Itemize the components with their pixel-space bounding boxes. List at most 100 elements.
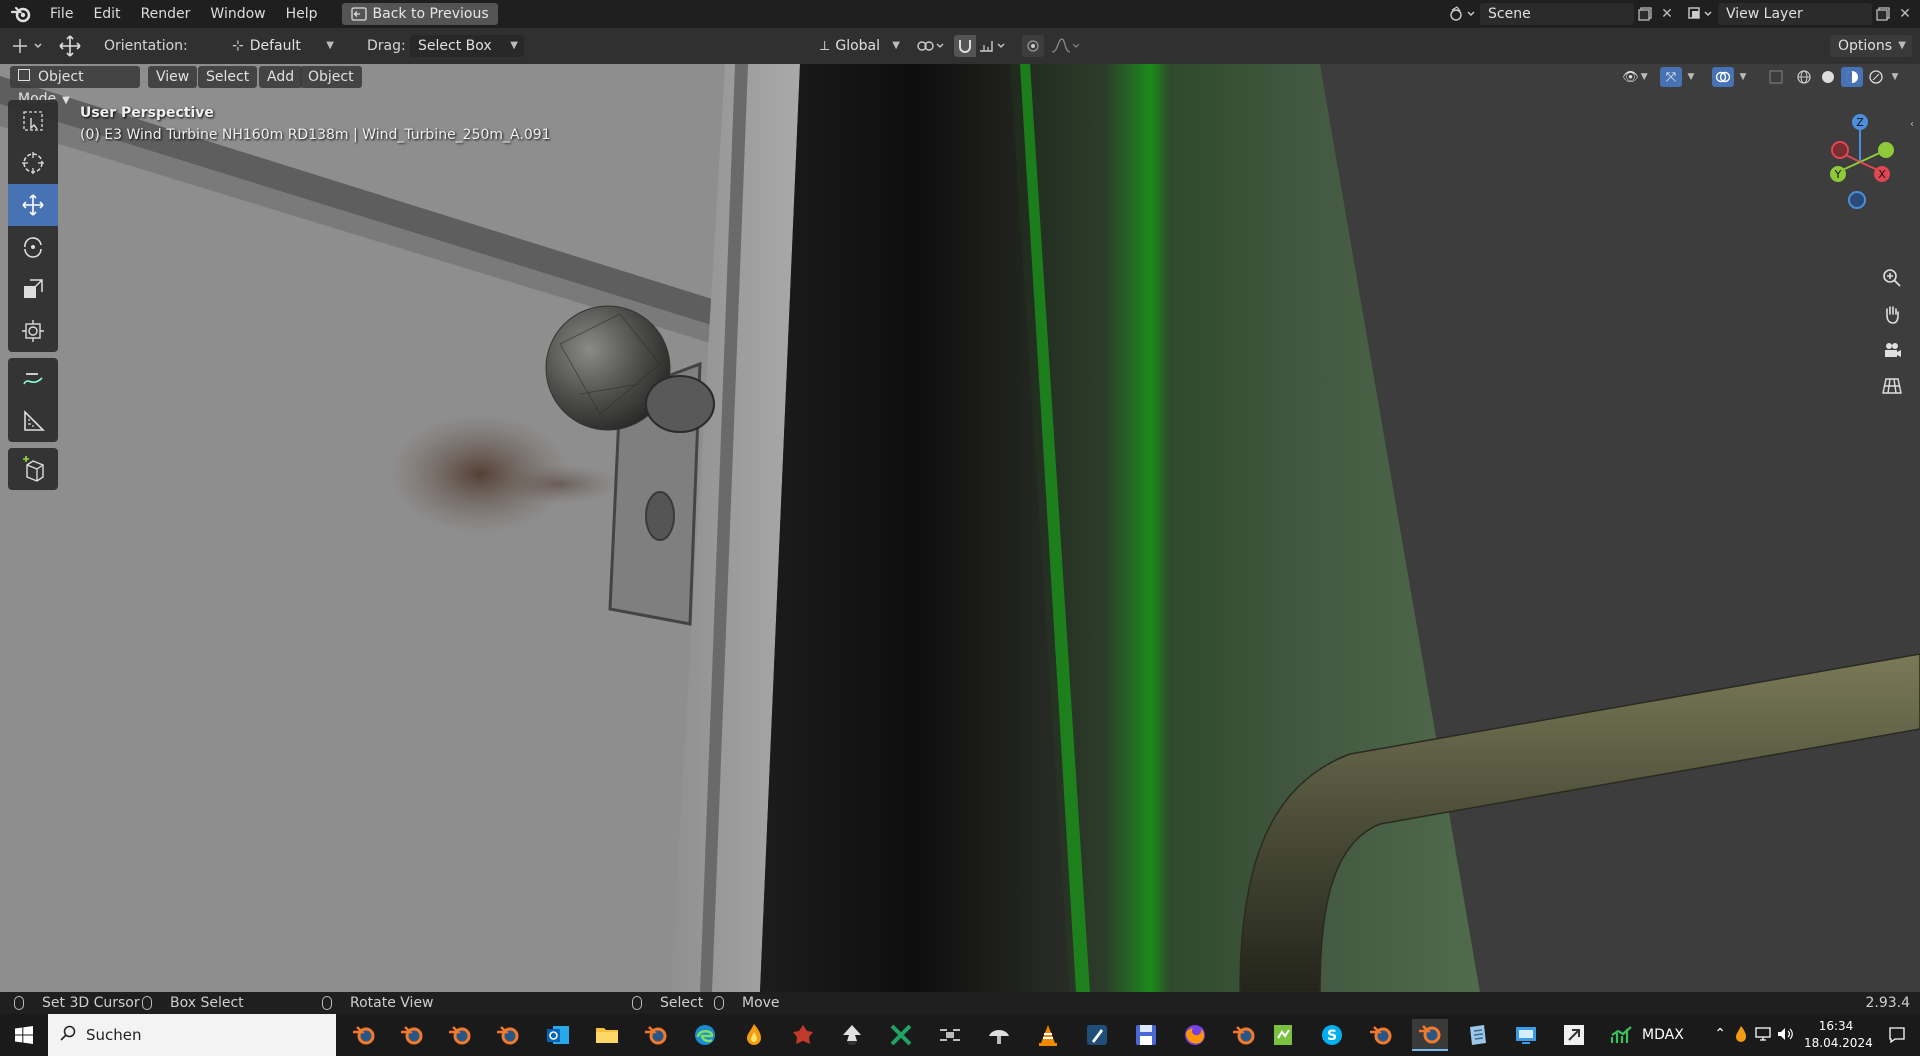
blender-taskbar-icon[interactable] [396, 1019, 428, 1051]
add-cube-tool-icon[interactable] [8, 448, 58, 490]
options-dropdown[interactable]: Options ▼ [1830, 35, 1912, 57]
outlook-icon[interactable] [542, 1019, 574, 1051]
falloff-curve-icon[interactable] [1050, 35, 1082, 57]
view-menu[interactable]: View [148, 66, 198, 88]
status-select-label: Select [660, 995, 704, 1011]
blender-taskbar-icon[interactable] [1228, 1019, 1260, 1051]
new-view-layer-icon[interactable] [1872, 3, 1894, 25]
spreadsheet-app-icon[interactable] [1267, 1019, 1299, 1051]
back-screen-icon [350, 7, 367, 21]
solid-shading-icon[interactable] [1817, 67, 1839, 87]
menu-help[interactable]: Help [276, 0, 328, 28]
measure-tool-icon[interactable] [8, 400, 58, 442]
transform-pivot-icon[interactable] [914, 35, 948, 57]
blender-taskbar-icon[interactable] [444, 1019, 476, 1051]
network-icon[interactable] [1754, 1026, 1772, 1045]
meshroom-icon[interactable] [983, 1019, 1015, 1051]
delete-view-layer-icon[interactable]: ✕ [1894, 3, 1916, 25]
pen-app-icon[interactable] [1081, 1019, 1113, 1051]
stock-widget[interactable]: MDAX [1610, 1014, 1684, 1056]
volume-icon[interactable] [1776, 1026, 1794, 1045]
taskbar-search[interactable]: Suchen [48, 1014, 336, 1056]
wireframe-shading-icon[interactable] [1793, 67, 1815, 87]
edge-browser-icon[interactable] [689, 1019, 721, 1051]
drone-app-icon[interactable] [934, 1019, 966, 1051]
proportional-editing-icon[interactable] [1022, 35, 1044, 57]
chevron-down-icon[interactable]: ▼ [1684, 67, 1698, 87]
view-layer-name-field[interactable]: View Layer [1718, 3, 1872, 25]
rendered-shading-icon[interactable] [1865, 67, 1887, 87]
visibility-icon[interactable]: 👁 ▼ [1618, 67, 1652, 87]
zoom-icon[interactable] [1876, 262, 1908, 294]
inkscape-icon[interactable] [836, 1019, 868, 1051]
move-tool-button-icon[interactable] [8, 184, 58, 226]
firefox-icon[interactable] [1179, 1019, 1211, 1051]
chevron-down-icon[interactable]: ▼ [1736, 67, 1750, 87]
camera-view-icon[interactable] [1876, 334, 1908, 366]
rotate-tool-icon[interactable] [8, 226, 58, 268]
material-preview-shading-icon[interactable] [1841, 67, 1863, 87]
navigation-gizmo[interactable]: Z X Y [1810, 106, 1914, 216]
notepad-app-icon[interactable] [1462, 1019, 1494, 1051]
delete-scene-icon[interactable]: ✕ [1656, 3, 1678, 25]
arrow-app-icon[interactable] [1558, 1019, 1590, 1051]
view-layer-selector: View Layer ✕ [1684, 3, 1916, 25]
red-bug-app-icon[interactable] [787, 1019, 819, 1051]
viewport-render [0, 64, 1920, 992]
flame-app-icon[interactable] [738, 1019, 770, 1051]
status-set-cursor: Set 3D Cursor [14, 992, 140, 1014]
chevron-up-icon[interactable]: ⌃ [1714, 1026, 1726, 1042]
menu-window[interactable]: Window [200, 0, 275, 28]
transform-tool-icon[interactable] [8, 310, 58, 352]
blender-taskbar-icon[interactable] [348, 1019, 380, 1051]
status-select: Select [632, 992, 703, 1014]
chevron-down-icon[interactable]: ▼ [1888, 67, 1902, 87]
file-explorer-icon[interactable] [591, 1019, 623, 1051]
menu-file[interactable]: File [40, 0, 83, 28]
orientation-dropdown[interactable]: ⊹ Default ▼ [224, 35, 340, 57]
save-disk-app-icon[interactable] [1130, 1019, 1162, 1051]
menu-edit[interactable]: Edit [83, 0, 130, 28]
blender-logo-icon[interactable] [10, 3, 32, 25]
pan-hand-icon[interactable] [1876, 298, 1908, 330]
excel-icon[interactable] [885, 1019, 917, 1051]
clock[interactable]: 16:34 18.04.2024 [1804, 1018, 1873, 1052]
back-to-previous-button[interactable]: Back to Previous [341, 3, 498, 25]
gizmo-y-positive[interactable] [1878, 142, 1894, 158]
vlc-icon[interactable] [1032, 1019, 1064, 1051]
blender-taskbar-icon[interactable] [640, 1019, 672, 1051]
select-box-tool-icon[interactable] [8, 100, 58, 142]
blender-active-taskbar-icon[interactable] [1412, 1019, 1448, 1051]
3d-viewport[interactable]: Object Mode ▼ View Select Add Object 👁 ▼ ⤧… [0, 64, 1920, 992]
scene-browse-icon[interactable] [1446, 3, 1480, 25]
flame-tray-icon[interactable] [1734, 1025, 1748, 1046]
blender-taskbar-icon[interactable] [1365, 1019, 1397, 1051]
tool-settings-menu-icon[interactable] [10, 36, 46, 56]
select-menu[interactable]: Select [198, 66, 258, 88]
view-layer-browse-icon[interactable] [1684, 3, 1718, 25]
scale-tool-icon[interactable] [8, 268, 58, 310]
remote-desktop-icon[interactable] [1510, 1019, 1542, 1051]
xray-toggle-icon[interactable] [1765, 67, 1787, 87]
annotate-tool-icon[interactable] [8, 358, 58, 400]
object-mode-dropdown[interactable]: Object Mode ▼ [10, 66, 140, 107]
snap-toggle-icon[interactable] [954, 35, 976, 57]
object-menu[interactable]: Object [300, 66, 362, 88]
skype-icon[interactable]: S [1316, 1019, 1348, 1051]
new-scene-icon[interactable] [1634, 3, 1656, 25]
gizmo-toggle-icon[interactable]: ⤧ [1660, 67, 1682, 87]
drag-dropdown[interactable]: Select Box ▼ [410, 35, 524, 57]
scene-name-field[interactable]: Scene [1480, 3, 1634, 25]
snap-target-dropdown[interactable] [976, 35, 1012, 57]
windows-start-icon[interactable] [0, 1014, 48, 1056]
menu-render[interactable]: Render [131, 0, 201, 28]
gizmo-x-negative[interactable] [1831, 141, 1849, 159]
notification-center-icon[interactable] [1888, 1026, 1906, 1047]
blender-taskbar-icon[interactable] [492, 1019, 524, 1051]
gizmo-z-negative[interactable] [1848, 191, 1866, 209]
cursor-tool-icon[interactable] [8, 142, 58, 184]
overlays-toggle-icon[interactable] [1712, 67, 1734, 87]
add-menu[interactable]: Add [259, 66, 303, 88]
perspective-grid-icon[interactable] [1876, 370, 1908, 402]
transform-orientation-dropdown[interactable]: ⟂ Global ▼ [812, 35, 906, 57]
